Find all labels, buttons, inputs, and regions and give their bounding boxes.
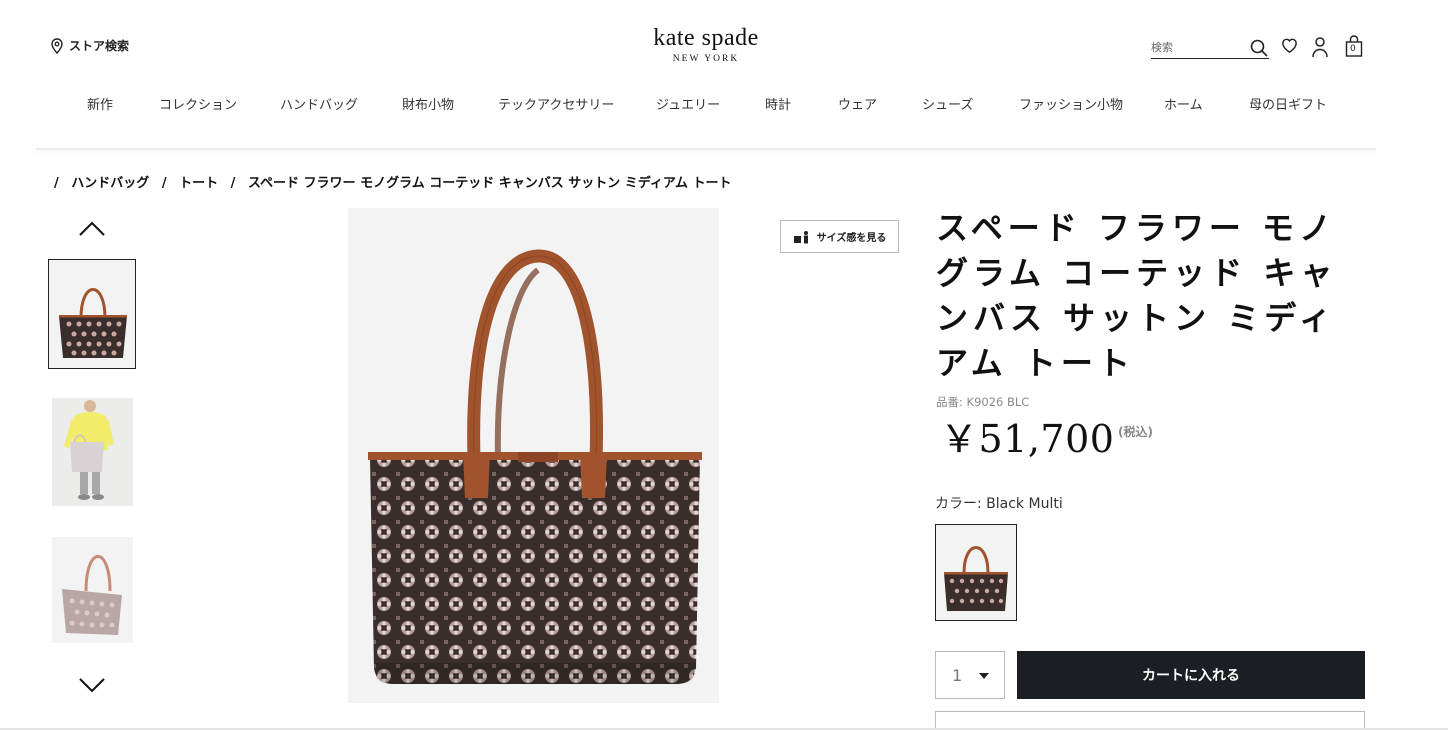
nav-item-mothers-day-gifts[interactable]: 母の日ギフト [1249,94,1327,113]
site-header: ストア検索 kate spade NEW YORK 0 新作 コレクション ハン… [0,0,1448,150]
add-to-cart-button[interactable]: カートに入れる [1017,651,1365,699]
search-icon[interactable] [1249,38,1269,58]
main-nav: 新作 コレクション ハンドバッグ 財布小物 テックアクセサリー ジュエリー 時計… [0,94,1448,116]
nav-item-clothing[interactable]: ウェア [838,94,877,113]
tax-included-label: (税込) [1118,425,1153,439]
brand-name: kate spade [653,25,759,51]
size-person-icon [793,230,808,243]
main-product-image[interactable] [348,208,719,703]
product-price: ￥51,700 [940,417,1115,461]
account-icon[interactable] [1311,36,1329,58]
breadcrumb-separator: / [54,176,59,191]
tote-bag-image [368,249,702,684]
swatch-bag-image [936,525,1016,620]
bag-angle-thumbnail-image [52,537,133,643]
breadcrumb-link-tote[interactable]: トート [179,176,218,191]
chevron-up-icon[interactable] [78,220,106,238]
nav-item-collection[interactable]: コレクション [159,94,237,113]
thumbnail-2[interactable] [52,398,133,506]
nav-item-fashion-accessories[interactable]: ファッション小物 [1019,94,1123,113]
size-guide-label: サイズ感を見る [816,233,887,244]
store-search-link[interactable]: ストア検索 [50,37,129,54]
breadcrumb-separator: / [161,176,167,191]
nav-item-home[interactable]: ホーム [1164,94,1203,113]
breadcrumb-separator: / [230,176,236,191]
bag-thumbnail-image [49,260,135,368]
header-divider [36,148,1376,150]
quantity-select[interactable]: 1 [935,651,1005,699]
quantity-value: 1 [952,665,963,685]
nav-item-wallets[interactable]: 財布小物 [402,94,454,113]
nav-item-shoes[interactable]: シューズ [922,94,973,113]
size-guide-button[interactable]: サイズ感を見る [780,220,899,253]
search-field [1151,36,1269,59]
breadcrumb-link-handbags[interactable]: ハンドバッグ [71,176,149,191]
product-title: スペード フラワー モノグラム コーテッド キャンバス サットン ミディアム ト… [936,209,1338,382]
nav-item-watches[interactable]: 時計 [765,94,791,113]
nav-item-new[interactable]: 新作 [87,94,113,113]
nav-item-tech-accessories[interactable]: テックアクセサリー [498,94,614,113]
store-search-label: ストア検索 [69,39,130,53]
breadcrumb-current-product: スペード フラワー モノグラム コーテッド キャンバス サットン ミディアム ト… [247,176,732,191]
breadcrumb: / ハンドバッグ / トート / スペード フラワー モノグラム コーテッド キ… [54,172,740,191]
nav-item-jewelry[interactable]: ジュエリー [656,94,720,113]
nav-item-handbags[interactable]: ハンドバッグ [280,94,358,113]
location-pin-icon [51,37,63,54]
thumbnail-1[interactable] [48,259,136,369]
search-input[interactable] [1151,40,1243,54]
heart-icon[interactable] [1280,36,1299,55]
chevron-down-icon[interactable] [78,676,106,694]
cart-icon[interactable]: 0 [1345,34,1363,58]
model-thumbnail-image [52,398,133,506]
color-label: カラー: Black Multi [935,496,1063,512]
brand-logo[interactable]: kate spade NEW YORK [606,24,806,64]
caret-down-icon [979,673,989,679]
cart-count: 0 [1350,44,1356,54]
color-swatch-black-multi[interactable] [935,524,1017,621]
brand-subtitle: NEW YORK [672,54,740,64]
thumbnail-3[interactable] [52,537,133,643]
